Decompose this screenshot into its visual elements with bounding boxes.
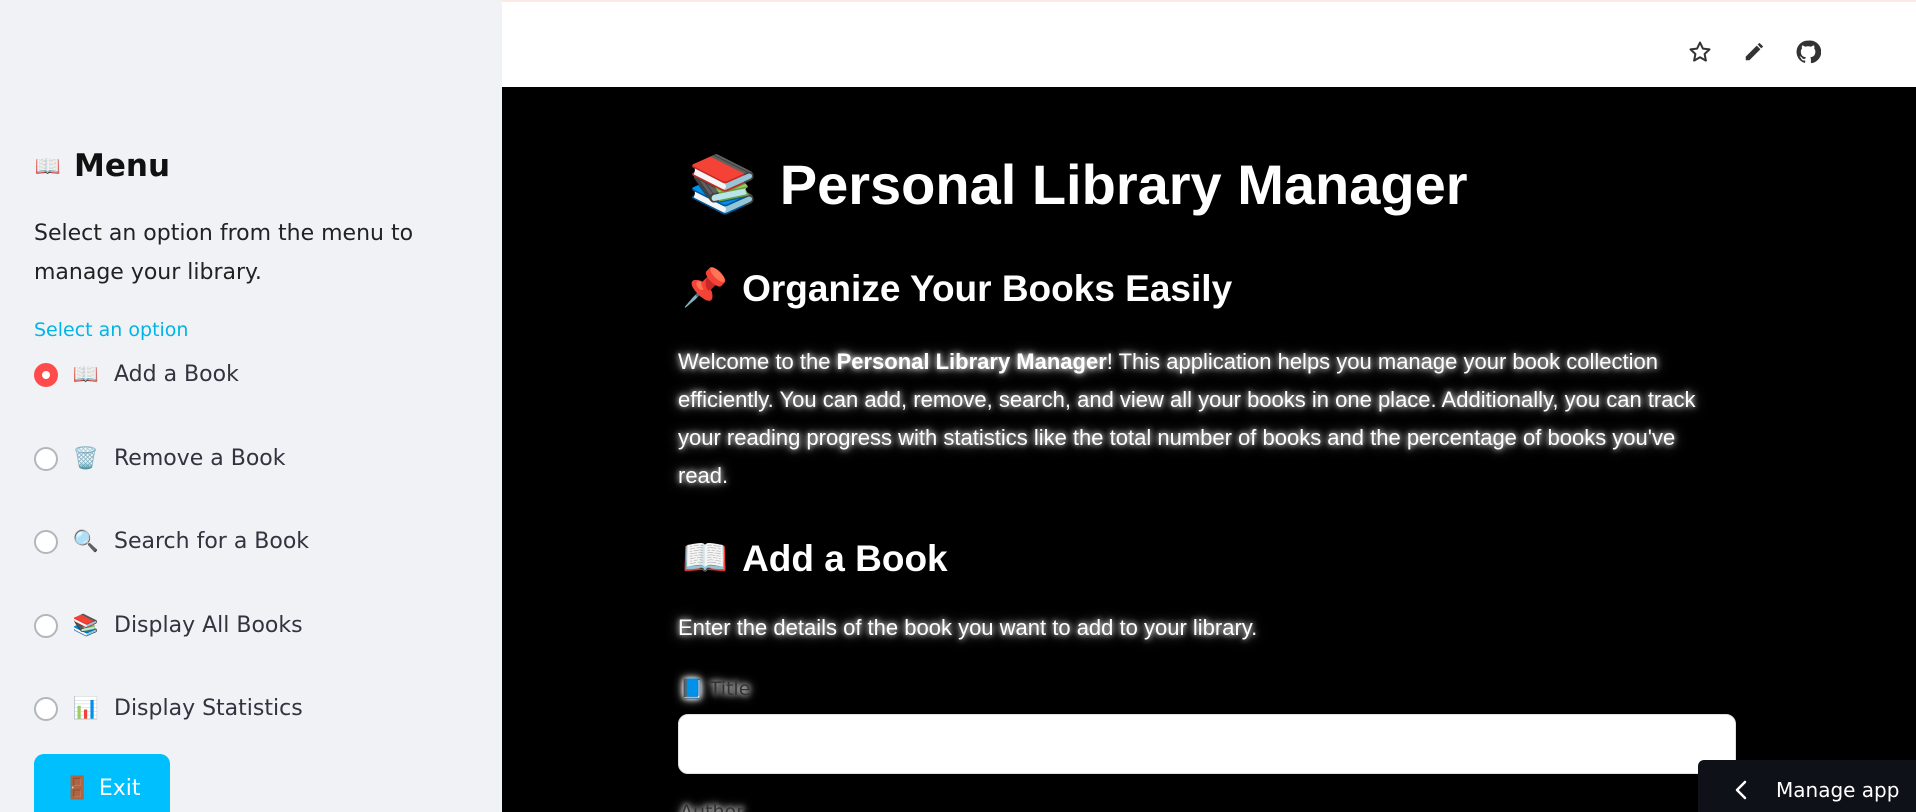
exit-label: Exit bbox=[98, 776, 141, 801]
blue-book-icon: 📘 bbox=[680, 678, 704, 700]
magnifying-glass-icon: 🔍 bbox=[72, 529, 100, 553]
star-icon[interactable] bbox=[1686, 38, 1714, 66]
sidebar: 📖 Menu Select an option from the menu to… bbox=[0, 0, 502, 812]
subtitle: 📌 Organize Your Books Easily bbox=[682, 267, 1232, 310]
radio-button[interactable] bbox=[34, 696, 58, 721]
radio-label: Add a Book bbox=[114, 362, 239, 387]
page-title: 📚 Personal Library Manager bbox=[688, 151, 1468, 217]
radio-button[interactable] bbox=[34, 446, 58, 471]
intro-bold: Personal Library Manager bbox=[836, 349, 1107, 374]
intro-paragraph: Welcome to the Personal Library Manager!… bbox=[678, 343, 1728, 495]
app: 📖 Menu Select an option from the menu to… bbox=[0, 0, 1916, 812]
page-title-text: Personal Library Manager bbox=[779, 152, 1468, 216]
radio-label: Display All Books bbox=[114, 613, 303, 638]
section-title: 📖 Add a Book bbox=[682, 537, 948, 580]
main-content: 📚 Personal Library Manager 📌 Organize Yo… bbox=[502, 87, 1916, 812]
section-description: Enter the details of the book you want t… bbox=[678, 615, 1258, 640]
books-icon: 📚 bbox=[688, 152, 758, 215]
books-icon: 📚 bbox=[72, 613, 100, 637]
sidebar-header: 📖 Menu bbox=[34, 148, 170, 184]
author-field-label: Author bbox=[680, 801, 744, 812]
radio-search-book[interactable]: 🔍 Search for a Book bbox=[34, 529, 309, 554]
radio-label: Search for a Book bbox=[114, 529, 310, 554]
manage-app-button[interactable]: Manage app bbox=[1698, 760, 1916, 812]
radio-remove-book[interactable]: 🗑️ Remove a Book bbox=[34, 446, 286, 471]
manage-app-label: Manage app bbox=[1776, 778, 1900, 802]
open-book-icon: 📖 bbox=[34, 153, 62, 178]
open-book-icon: 📖 bbox=[682, 537, 729, 578]
pencil-icon[interactable] bbox=[1740, 38, 1768, 66]
wastebasket-icon: 🗑️ bbox=[72, 446, 100, 470]
chevron-left-icon bbox=[1735, 780, 1747, 800]
pushpin-icon: 📌 bbox=[682, 267, 729, 308]
radio-button[interactable] bbox=[34, 613, 58, 638]
exit-button[interactable]: 🚪 Exit bbox=[34, 754, 170, 812]
title-field-label-text: Title bbox=[709, 677, 751, 700]
section-title-text: Add a Book bbox=[742, 537, 948, 579]
sidebar-description: Select an option from the menu to manage… bbox=[34, 221, 414, 285]
top-toolbar bbox=[502, 0, 1916, 87]
subtitle-text: Organize Your Books Easily bbox=[742, 267, 1233, 309]
title-input[interactable] bbox=[678, 714, 1736, 774]
sidebar-title: Menu bbox=[74, 148, 171, 184]
intro-prefix: Welcome to the bbox=[678, 349, 837, 374]
door-icon: 🚪 bbox=[63, 776, 91, 801]
title-field-label: 📘 Title bbox=[680, 677, 751, 701]
bar-chart-icon: 📊 bbox=[72, 696, 100, 720]
radio-display-books[interactable]: 📚 Display All Books bbox=[34, 613, 303, 638]
radio-display-statistics[interactable]: 📊 Display Statistics bbox=[34, 696, 303, 721]
radio-button-selected[interactable] bbox=[34, 362, 58, 387]
radio-label: Remove a Book bbox=[114, 446, 286, 471]
radio-add-book[interactable]: 📖 Add a Book bbox=[34, 362, 239, 387]
radio-label: Display Statistics bbox=[114, 696, 303, 721]
open-book-icon: 📖 bbox=[72, 362, 100, 386]
github-icon[interactable] bbox=[1794, 38, 1822, 66]
radio-button[interactable] bbox=[34, 529, 58, 554]
select-option-label: Select an option bbox=[34, 319, 189, 341]
